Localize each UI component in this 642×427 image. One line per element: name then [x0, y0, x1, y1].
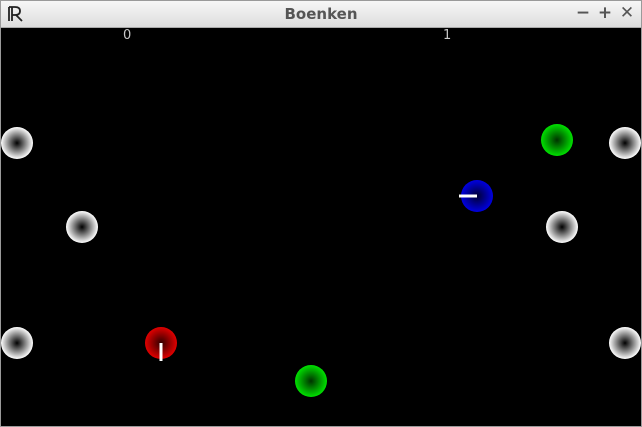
bumper	[546, 211, 578, 243]
player2-score: 1	[443, 28, 452, 43]
bumper	[66, 211, 98, 243]
green-ball	[541, 124, 573, 156]
maximize-button[interactable]: +	[595, 3, 615, 23]
bumper	[609, 127, 641, 159]
bumper	[1, 327, 33, 359]
window-title: Boenken	[284, 5, 358, 23]
player2-ball[interactable]	[459, 180, 493, 212]
bumper	[1, 127, 33, 159]
game-field[interactable]: 0 1	[1, 28, 641, 426]
bumper	[609, 327, 641, 359]
game-window: Boenken − + ✕ 0 1	[0, 0, 642, 427]
minimize-button[interactable]: −	[573, 3, 593, 23]
title-bar[interactable]: Boenken − + ✕	[1, 1, 641, 28]
close-button[interactable]: ✕	[617, 3, 637, 23]
player1-ball[interactable]	[145, 327, 177, 361]
game-canvas[interactable]	[1, 28, 641, 426]
player1-score: 0	[123, 28, 132, 43]
green-ball	[295, 365, 327, 397]
